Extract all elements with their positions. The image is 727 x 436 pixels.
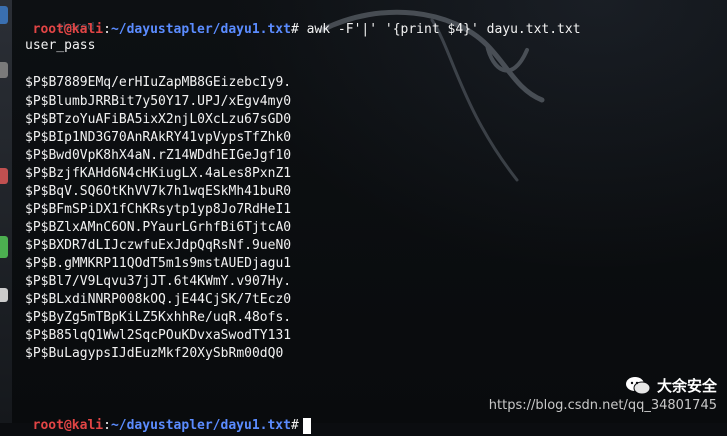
watermark: 大余安全 https://blog.csdn.net/qq_34801745 <box>489 375 717 413</box>
output-line: $P$Bl7/V9Lqvu37jJT.6t4KWmY.v907Hy. <box>25 274 292 289</box>
dock-item-icon[interactable] <box>0 168 8 184</box>
prompt-line[interactable]: root@kali:~/dayustapler/dayu1.txt# <box>17 396 311 434</box>
output-header: user_pass <box>25 38 96 53</box>
text-cursor <box>302 417 311 434</box>
output-line: $P$BlumbJRRBit7y50Y17.UPJ/xEgv4my0 <box>25 94 292 109</box>
output-line: $P$BLxdiNNRP008kOQ.jE44CjSK/7tEcz0 <box>25 292 292 307</box>
dock-item-icon[interactable] <box>0 288 8 302</box>
launcher-dock <box>0 0 12 423</box>
watermark-brand: 大余安全 <box>656 377 717 395</box>
output-line: $P$B.gMMKRP11QOdT5m1s9mstAUEDjagu1 <box>25 256 292 271</box>
output-line: $P$BTzoYuAFiBA5ixX2njL0XcLzu67sGD0 <box>25 112 292 127</box>
prompt-separator: : <box>103 22 111 37</box>
output-line: $P$BFmSPiDX1fChKRsytp1yp8Jo7RdHeI1 <box>25 202 292 217</box>
dock-item-icon[interactable] <box>0 62 8 78</box>
dock-item-icon[interactable] <box>0 236 8 258</box>
output-line: $P$BIp1ND3G70AnRAkRY41vpVypsTfZhk0 <box>25 130 292 145</box>
dock-item-icon[interactable] <box>0 6 8 24</box>
output-line: $P$ByZg5mTBpKiLZ5KxhhRe/uqR.48ofs. <box>25 310 292 325</box>
command-text: awk -F'|' '{print $4}' dayu.txt.txt <box>298 22 581 37</box>
output-line: $P$BuLagypsIJdEuzMkf20XySbRm00dQ0 <box>25 346 284 361</box>
output-line: $P$B7889EMq/erHIuZapMB8GEizebcIy9. <box>25 75 292 90</box>
output-line: $P$BqV.SQ6OtKhVV7k7h1wqESkMh41buR0 <box>25 184 292 199</box>
output-line: $P$BXDR7dLIJczwfuExJdpQqRsNf.9ueN0 <box>25 238 292 253</box>
output-line: $P$BzjfKAHd6N4cHKiugLX.4aLes8PxnZ1 <box>25 166 292 181</box>
output-line: $P$B85lqQ1Wwl2SqcPOuKDvxaSwodTY131 <box>25 328 292 343</box>
wechat-icon <box>625 376 651 394</box>
prompt-suffix: # <box>290 22 299 37</box>
prompt-path: ~/dayustapler/dayu1.txt <box>110 22 291 37</box>
command-line: root@kali:~/dayustapler/dayu1.txt# awk -… <box>17 0 581 37</box>
output-line: $P$BZlxAMnC6ON.PYaurLGrhfBi6TjtcA0 <box>25 220 292 235</box>
watermark-url: https://blog.csdn.net/qq_34801745 <box>488 398 717 413</box>
prompt-user: root@kali <box>32 22 104 37</box>
prompt-user: root@kali <box>32 418 104 433</box>
prompt-path: ~/dayustapler/dayu1.txt <box>110 418 291 433</box>
output-line: $P$Bwd0VpK8hX4aN.rZ14WDdhEIGeJgf10 <box>25 148 292 163</box>
prompt-separator: : <box>103 418 111 433</box>
prompt-suffix: # <box>290 418 299 433</box>
